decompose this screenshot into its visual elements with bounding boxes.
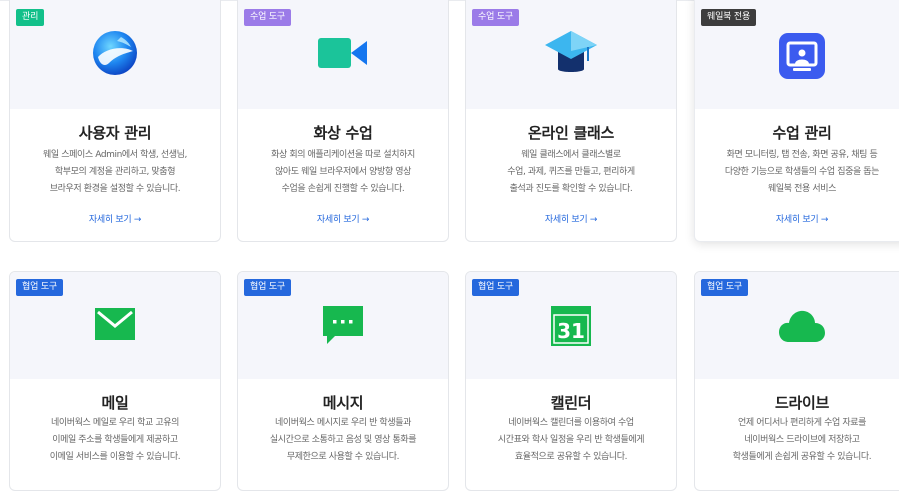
- see-more-link[interactable]: 자세히 보기 →: [466, 212, 676, 225]
- calendar-day-text: 31: [557, 319, 585, 343]
- see-more-link[interactable]: 자세히 보기 →: [10, 212, 220, 225]
- monitor-presenter-icon: [779, 33, 825, 83]
- category-badge: 관리: [16, 9, 45, 26]
- card-title: 온라인 클래스: [528, 124, 614, 142]
- whale-icon: [91, 29, 139, 81]
- card-description: 웨일 스페이스 Admin에서 학생, 선생님, 학부모의 계정을 관리하고, …: [43, 150, 187, 194]
- message-bubble-icon: [323, 306, 363, 350]
- card-description: 네이버웍스 메시지로 우리 반 학생들과 실시간으로 소통하고 음성 및 영상 …: [269, 418, 417, 462]
- card-description: 웨일 클래스에서 클래스별로 수업, 과제, 퀴즈를 만들고, 편리하게 출석과…: [507, 150, 635, 194]
- card-user-management[interactable]: 관리 사용자 관리 웨일 스페이스 Admin에서 학생, 선생님, 학부모의 …: [9, 0, 221, 242]
- see-more-link[interactable]: 자세히 보기 →: [695, 212, 899, 225]
- card-description: 화상 회의 애플리케이션을 따로 설치하지 않아도 웨일 브라우저에서 양방향 …: [271, 150, 415, 194]
- card-video-class[interactable]: 수업 도구 화상 수업 화상 회의 애플리케이션을 따로 설치하지 않아도 웨일…: [237, 0, 449, 242]
- card-mail[interactable]: 협업 도구 메일 네이버웍스 메일로 우리 학교 고유의 이메일 주소를 학생들…: [9, 271, 221, 491]
- card-title: 드라이브: [774, 394, 829, 412]
- card-description: 네이버웍스 캘린더를 이용하여 수업 시간표와 학사 일정을 우리 반 학생들에…: [497, 418, 645, 462]
- card-title: 캘린더: [550, 394, 592, 412]
- card-title: 메시지: [322, 394, 364, 412]
- cloud-icon: [779, 310, 825, 346]
- card-drive[interactable]: 협업 도구 드라이브 언제 어디서나 편리하게 수업 자료를 네이버웍스 드라이…: [694, 271, 899, 491]
- category-badge: 수업 도구: [472, 9, 519, 26]
- card-calendar[interactable]: 협업 도구 31 캘린더 네이버웍스 캘린더를 이용하여 수업 시간표와 학사 …: [465, 271, 677, 491]
- category-badge: 협업 도구: [701, 279, 748, 296]
- category-badge: 협업 도구: [16, 279, 63, 296]
- category-badge: 수업 도구: [244, 9, 291, 26]
- card-class-management[interactable]: 웨일북 전용 수업 관리 화면 모니터링, 탭 전송, 화면 공유, 채팅 등 …: [694, 0, 899, 242]
- card-title: 수업 관리: [772, 124, 832, 142]
- see-more-link[interactable]: 자세히 보기 →: [238, 212, 448, 225]
- card-title: 사용자 관리: [78, 124, 152, 142]
- card-description: 네이버웍스 메일로 우리 학교 고유의 이메일 주소를 학생들에게 제공하고 이…: [49, 418, 181, 462]
- graduation-cap-icon: [543, 29, 599, 81]
- card-online-class[interactable]: 수업 도구 온라인 클래스 웨일 클래스에서 클래스별로 수업, 과제, 퀴즈를…: [465, 0, 677, 242]
- category-badge: 협업 도구: [244, 279, 291, 296]
- category-badge: 웨일북 전용: [701, 9, 757, 26]
- card-title: 화상 수업: [313, 124, 373, 142]
- calendar-icon: 31: [551, 306, 591, 350]
- card-description: 언제 어디서나 편리하게 수업 자료를 네이버웍스 드라이브에 저장하고 학생들…: [732, 418, 872, 462]
- card-title: 메일: [101, 394, 129, 412]
- category-badge: 협업 도구: [472, 279, 519, 296]
- mail-icon: [95, 308, 135, 344]
- card-message[interactable]: 협업 도구 메시지 네이버웍스 메시지로 우리 반 학생들과 실시간으로 소통하…: [237, 271, 449, 491]
- video-camera-icon: [317, 35, 369, 75]
- card-description: 화면 모니터링, 탭 전송, 화면 공유, 채팅 등 다양한 기능으로 학생들의…: [724, 150, 880, 194]
